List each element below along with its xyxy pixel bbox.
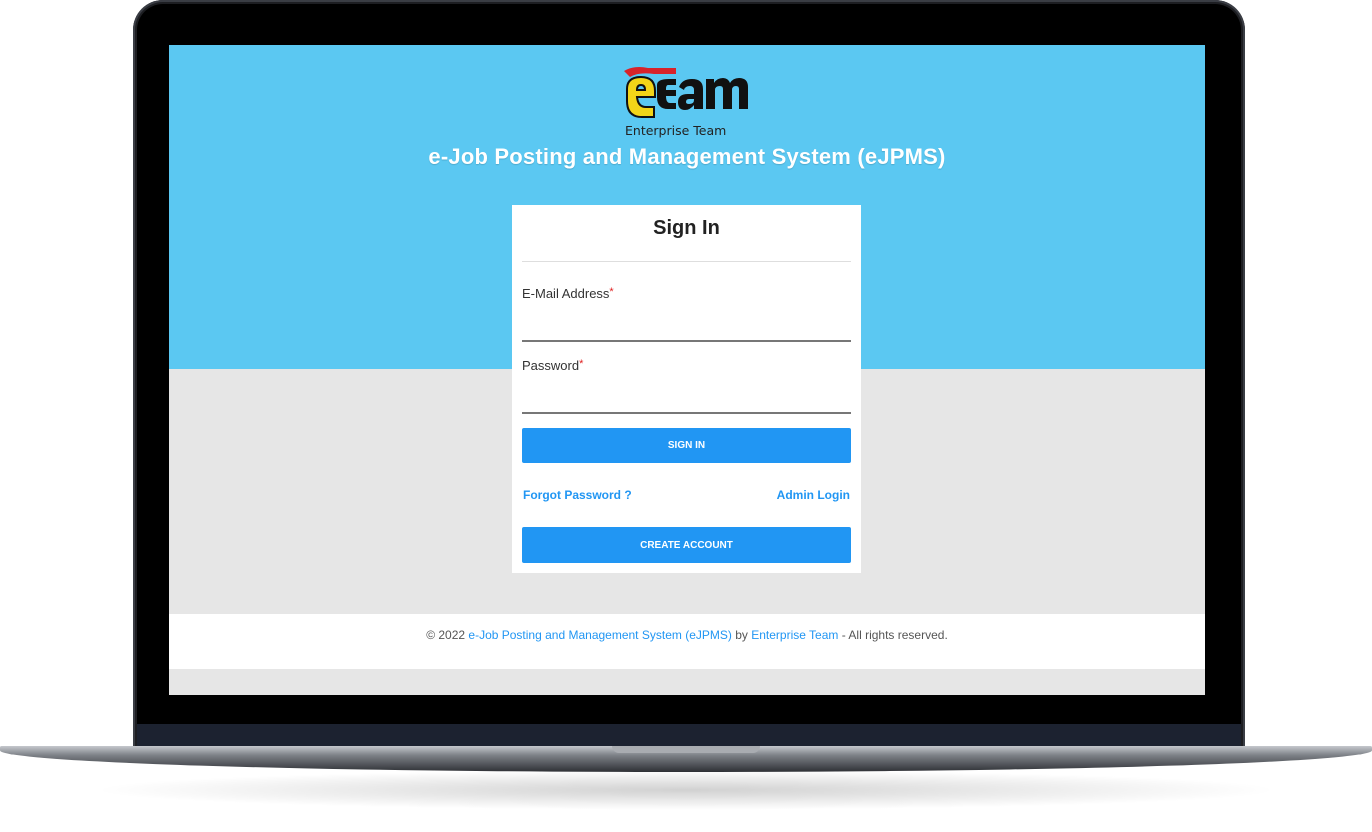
laptop-shadow	[90, 770, 1282, 810]
signin-button[interactable]: SIGN IN	[522, 428, 851, 463]
email-input[interactable]	[522, 310, 851, 342]
footer-text: © 2022 e-Job Posting and Management Syst…	[169, 628, 1205, 642]
footer-team-link[interactable]: Enterprise Team	[751, 628, 838, 642]
required-marker: *	[609, 286, 614, 298]
password-label-text: Password	[522, 358, 580, 373]
footer-system-link[interactable]: e-Job Posting and Management System (eJP…	[468, 628, 731, 642]
signin-heading: Sign In	[653, 217, 720, 239]
eteam-logo: Enterprise Team	[624, 67, 748, 138]
app-title: e-Job Posting and Management System (eJP…	[428, 144, 946, 169]
logo-tagline: Enterprise Team	[625, 123, 726, 138]
admin-login-link[interactable]: Admin Login	[777, 488, 850, 502]
laptop-base-notch	[612, 746, 760, 753]
footer-rights-text: - All rights reserved.	[841, 628, 948, 642]
password-input[interactable]	[522, 382, 851, 414]
browser-viewport: Enterprise Team e-Job Posting and Manage…	[169, 45, 1205, 695]
copyright-text: © 2022	[426, 628, 466, 642]
laptop-bezel-bottom	[137, 724, 1241, 748]
footer: © 2022 e-Job Posting and Management Syst…	[169, 614, 1205, 669]
footer-by-text: by	[735, 628, 748, 642]
email-label-text: E-Mail Address	[522, 286, 610, 301]
card-divider	[522, 261, 851, 262]
create-account-button[interactable]: CREATE ACCOUNT	[522, 527, 851, 563]
password-label: Password*	[522, 358, 583, 373]
email-label: E-Mail Address*	[522, 286, 614, 301]
signin-card: Sign In E-Mail Address* Password* SIGN I…	[512, 205, 861, 573]
forgot-password-link[interactable]: Forgot Password ?	[523, 488, 632, 502]
required-marker: *	[579, 358, 584, 370]
